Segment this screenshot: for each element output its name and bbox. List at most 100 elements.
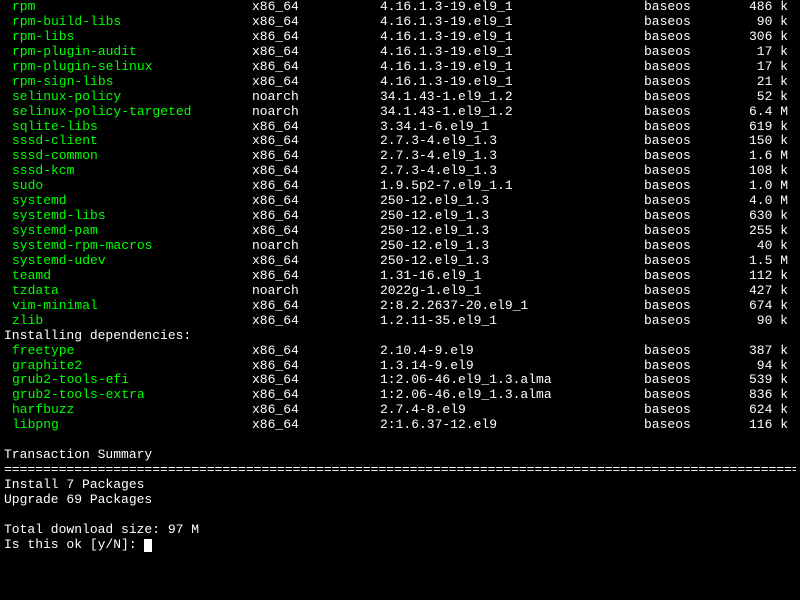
package-size: 306 k: [732, 30, 788, 45]
package-size: 6.4 M: [732, 105, 788, 120]
package-name: sssd-kcm: [4, 164, 252, 179]
package-size: 624 k: [732, 403, 788, 418]
package-row: rpm-build-libsx86_644.16.1.3-19.el9_1bas…: [4, 15, 796, 30]
package-repo: baseos: [644, 224, 732, 239]
package-repo: baseos: [644, 314, 732, 329]
package-version: 2.7.4-8.el9: [380, 403, 644, 418]
package-version: 4.16.1.3-19.el9_1: [380, 75, 644, 90]
package-name: systemd: [4, 194, 252, 209]
package-name: selinux-policy: [4, 90, 252, 105]
package-version: 34.1.43-1.el9_1.2: [380, 105, 644, 120]
package-name: sssd-client: [4, 134, 252, 149]
package-size: 108 k: [732, 164, 788, 179]
package-name: rpm-plugin-selinux: [4, 60, 252, 75]
package-name: zlib: [4, 314, 252, 329]
package-repo: baseos: [644, 359, 732, 374]
cursor-icon: [144, 539, 152, 552]
package-size: 619 k: [732, 120, 788, 135]
package-name: sssd-common: [4, 149, 252, 164]
package-repo: baseos: [644, 75, 732, 90]
package-arch: x86_64: [252, 403, 380, 418]
package-repo: baseos: [644, 239, 732, 254]
package-version: 250-12.el9_1.3: [380, 254, 644, 269]
package-repo: baseos: [644, 284, 732, 299]
package-repo: baseos: [644, 344, 732, 359]
package-row: sudox86_641.9.5p2-7.el9_1.1baseos1.0 M: [4, 179, 796, 194]
package-arch: x86_64: [252, 314, 380, 329]
package-version: 3.34.1-6.el9_1: [380, 120, 644, 135]
package-name: selinux-policy-targeted: [4, 105, 252, 120]
package-row: systemd-rpm-macrosnoarch250-12.el9_1.3ba…: [4, 239, 796, 254]
upgrades-list: rpmx86_644.16.1.3-19.el9_1baseos486 krpm…: [4, 0, 796, 329]
package-row: sssd-commonx86_642.7.3-4.el9_1.3baseos1.…: [4, 149, 796, 164]
package-row: rpm-libsx86_644.16.1.3-19.el9_1baseos306…: [4, 30, 796, 45]
package-size: 1.0 M: [732, 179, 788, 194]
package-name: systemd-udev: [4, 254, 252, 269]
package-version: 250-12.el9_1.3: [380, 194, 644, 209]
package-arch: x86_64: [252, 164, 380, 179]
package-repo: baseos: [644, 105, 732, 120]
package-repo: baseos: [644, 373, 732, 388]
package-arch: noarch: [252, 239, 380, 254]
package-size: 387 k: [732, 344, 788, 359]
package-size: 836 k: [732, 388, 788, 403]
package-name: grub2-tools-efi: [4, 373, 252, 388]
package-repo: baseos: [644, 149, 732, 164]
package-version: 1.2.11-35.el9_1: [380, 314, 644, 329]
confirm-prompt[interactable]: Is this ok [y/N]:: [4, 538, 796, 553]
package-version: 2.7.3-4.el9_1.3: [380, 134, 644, 149]
package-arch: x86_64: [252, 134, 380, 149]
package-row: selinux-policy-targetednoarch34.1.43-1.e…: [4, 105, 796, 120]
package-name: systemd-libs: [4, 209, 252, 224]
package-name: harfbuzz: [4, 403, 252, 418]
package-arch: x86_64: [252, 359, 380, 374]
package-size: 90 k: [732, 15, 788, 30]
package-arch: x86_64: [252, 30, 380, 45]
package-repo: baseos: [644, 269, 732, 284]
package-repo: baseos: [644, 30, 732, 45]
package-repo: baseos: [644, 194, 732, 209]
package-name: vim-minimal: [4, 299, 252, 314]
package-name: rpm-plugin-audit: [4, 45, 252, 60]
package-row: sssd-kcmx86_642.7.3-4.el9_1.3baseos108 k: [4, 164, 796, 179]
package-version: 4.16.1.3-19.el9_1: [380, 30, 644, 45]
package-repo: baseos: [644, 120, 732, 135]
package-row: sqlite-libsx86_643.34.1-6.el9_1baseos619…: [4, 120, 796, 135]
package-arch: x86_64: [252, 373, 380, 388]
package-row: systemd-libsx86_64250-12.el9_1.3baseos63…: [4, 209, 796, 224]
package-version: 2.7.3-4.el9_1.3: [380, 149, 644, 164]
blank-line: [4, 433, 796, 448]
package-version: 2:1.6.37-12.el9: [380, 418, 644, 433]
package-size: 112 k: [732, 269, 788, 284]
package-size: 90 k: [732, 314, 788, 329]
package-version: 4.16.1.3-19.el9_1: [380, 15, 644, 30]
package-version: 4.16.1.3-19.el9_1: [380, 45, 644, 60]
package-arch: x86_64: [252, 224, 380, 239]
package-size: 52 k: [732, 90, 788, 105]
package-row: libpngx86_642:1.6.37-12.el9baseos116 k: [4, 418, 796, 433]
upgrade-count: Upgrade 69 Packages: [4, 493, 796, 508]
package-row: zlibx86_641.2.11-35.el9_1baseos90 k: [4, 314, 796, 329]
package-arch: x86_64: [252, 75, 380, 90]
package-arch: x86_64: [252, 209, 380, 224]
package-name: freetype: [4, 344, 252, 359]
package-version: 250-12.el9_1.3: [380, 224, 644, 239]
package-size: 427 k: [732, 284, 788, 299]
total-download-size: Total download size: 97 M: [4, 523, 796, 538]
package-repo: baseos: [644, 209, 732, 224]
package-size: 539 k: [732, 373, 788, 388]
package-row: vim-minimalx86_642:8.2.2637-20.el9_1base…: [4, 299, 796, 314]
package-name: grub2-tools-extra: [4, 388, 252, 403]
package-version: 2.7.3-4.el9_1.3: [380, 164, 644, 179]
package-name: rpm-build-libs: [4, 15, 252, 30]
package-repo: baseos: [644, 15, 732, 30]
package-version: 2.10.4-9.el9: [380, 344, 644, 359]
package-arch: x86_64: [252, 269, 380, 284]
package-name: sudo: [4, 179, 252, 194]
package-arch: x86_64: [252, 15, 380, 30]
package-name: sqlite-libs: [4, 120, 252, 135]
package-row: rpmx86_644.16.1.3-19.el9_1baseos486 k: [4, 0, 796, 15]
package-row: graphite2x86_641.3.14-9.el9baseos94 k: [4, 359, 796, 374]
package-row: systemd-udevx86_64250-12.el9_1.3baseos1.…: [4, 254, 796, 269]
package-name: graphite2: [4, 359, 252, 374]
